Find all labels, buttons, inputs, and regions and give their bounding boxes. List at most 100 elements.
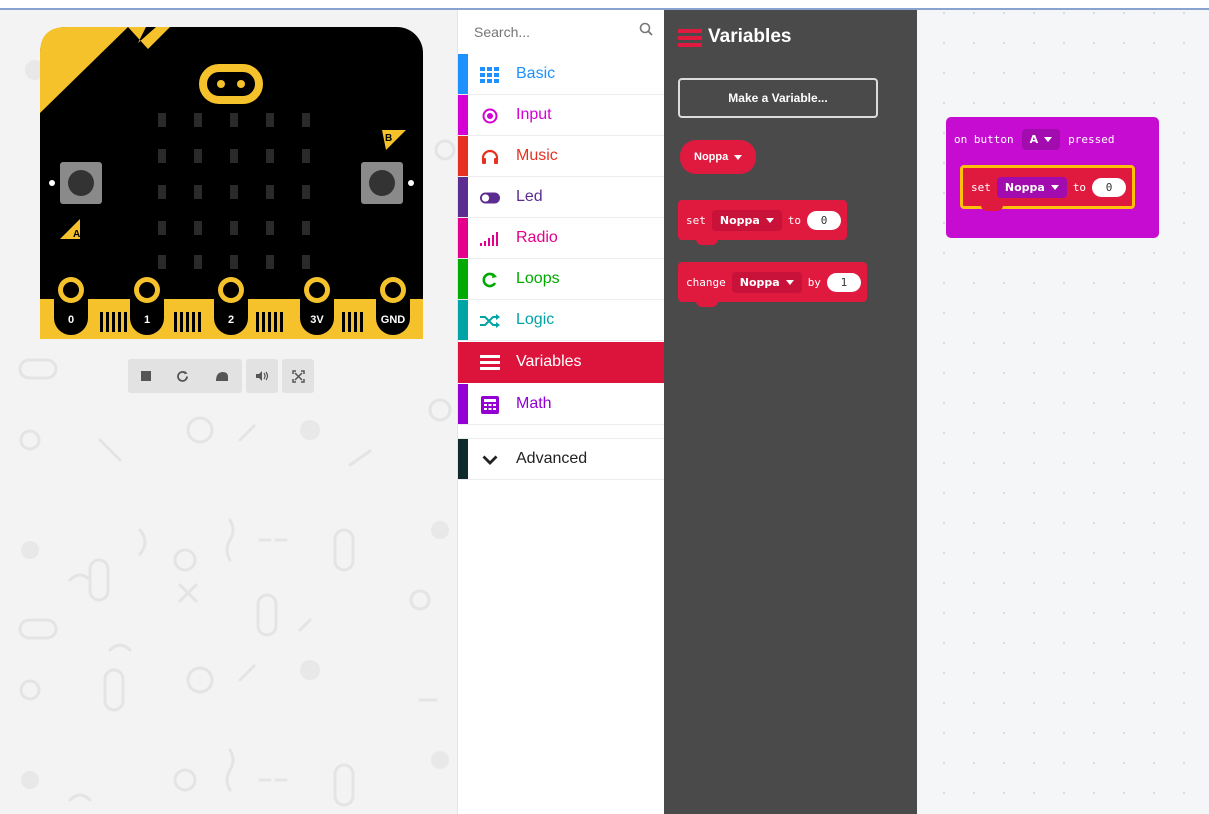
- variable-name: Noppa: [739, 275, 780, 289]
- restart-icon[interactable]: [176, 370, 189, 383]
- category-label: Input: [516, 106, 552, 123]
- make-variable-button[interactable]: Make a Variable...: [678, 78, 878, 118]
- pin-2-label: 2: [228, 314, 234, 326]
- variable-name: Noppa: [719, 213, 760, 227]
- change-variable-block[interactable]: change Noppa by 1: [678, 262, 867, 307]
- search-input[interactable]: [474, 24, 624, 40]
- on-button-pressed-block[interactable]: on button A pressed set Noppa to 0: [946, 117, 1159, 238]
- set-variable-block[interactable]: set Noppa to 0: [678, 200, 848, 245]
- value-input[interactable]: 1: [826, 272, 861, 292]
- loop-icon: [480, 271, 500, 289]
- category-color-bar: [458, 54, 468, 94]
- category-color-bar: [458, 177, 468, 217]
- category-color-bar: [458, 259, 468, 299]
- category-color-bar: [458, 342, 468, 382]
- category-label: Music: [516, 147, 558, 164]
- category-label: Basic: [516, 65, 556, 82]
- code-workspace[interactable]: on button A pressed set Noppa to 0: [917, 10, 1209, 814]
- dropdown-arrow-icon: [734, 154, 743, 160]
- category-advanced[interactable]: Advanced: [458, 438, 665, 480]
- variable-name: Noppa: [694, 151, 729, 163]
- shuffle-icon: [480, 312, 500, 330]
- category-logic[interactable]: Logic: [458, 300, 665, 341]
- variable-dropdown[interactable]: Noppa: [731, 271, 802, 293]
- category-basic[interactable]: Basic: [458, 54, 665, 95]
- category-color-bar: [458, 300, 468, 340]
- mute-icon: [256, 371, 269, 381]
- block-keyword: set: [686, 213, 706, 227]
- simulator-panel: A B 0 1 2 3V GND: [0, 10, 457, 814]
- dropdown-arrow-icon: [1044, 137, 1053, 142]
- button-a-label: A: [73, 229, 80, 240]
- set-variable-block-selected[interactable]: set Noppa to 0: [960, 165, 1136, 211]
- category-music[interactable]: Music: [458, 136, 665, 177]
- category-led[interactable]: Led: [458, 177, 665, 218]
- fullscreen-button[interactable]: [282, 359, 314, 393]
- variable-name: Noppa: [1004, 180, 1045, 194]
- mute-button[interactable]: [246, 359, 278, 393]
- sim-controls-group: [128, 359, 242, 393]
- pin-0-label: 0: [68, 314, 74, 326]
- category-color-bar: [458, 136, 468, 176]
- variable-dropdown[interactable]: Noppa: [711, 209, 782, 231]
- event-block-header: on button A pressed: [954, 129, 1114, 150]
- pin-gnd-label: GND: [381, 314, 406, 326]
- target-icon: [480, 107, 500, 125]
- category-input[interactable]: Input: [458, 95, 665, 136]
- slowmo-icon[interactable]: [215, 370, 229, 382]
- category-label: Radio: [516, 229, 558, 246]
- microbit-board[interactable]: A B 0 1 2 3V GND: [40, 27, 423, 339]
- category-label: Advanced: [516, 450, 588, 467]
- button-b-label: B: [385, 133, 392, 144]
- blocks-flyout: Variables Make a Variable... Noppa set N…: [664, 10, 917, 814]
- calculator-icon: [480, 396, 500, 414]
- block-notch: [696, 239, 718, 245]
- variable-block-noppa[interactable]: Noppa: [680, 140, 757, 174]
- category-color-bar: [458, 95, 468, 135]
- category-color-bar: [458, 218, 468, 258]
- pin-3v-label: 3V: [310, 314, 324, 326]
- dropdown-arrow-icon: [1050, 184, 1059, 190]
- chevron-down-icon: [480, 451, 500, 469]
- category-label: Loops: [516, 270, 560, 287]
- button-name: A: [1029, 133, 1039, 146]
- simulator-toolbar: [128, 359, 314, 393]
- category-loops[interactable]: Loops: [458, 259, 665, 300]
- block-keyword: set: [971, 180, 991, 194]
- flyout-title: Variables: [708, 26, 792, 47]
- value-input[interactable]: 0: [1092, 177, 1127, 197]
- block-keyword: to: [787, 213, 802, 227]
- toolbox: Basic Input Music Led Radio Loops: [457, 10, 665, 814]
- block-keyword: change: [686, 275, 726, 289]
- block-keyword: pressed: [1068, 133, 1115, 146]
- category-label: Math: [516, 395, 552, 412]
- stop-icon[interactable]: [140, 371, 151, 381]
- flyout-header: Variables: [678, 26, 791, 48]
- category-color-bar: [458, 384, 468, 424]
- fullscreen-icon: [291, 369, 305, 383]
- category-label: Led: [516, 188, 543, 205]
- headphones-icon: [480, 148, 500, 166]
- category-variables[interactable]: Variables: [458, 342, 665, 383]
- variable-dropdown[interactable]: Noppa: [996, 176, 1067, 198]
- dropdown-arrow-icon: [765, 217, 774, 223]
- category-color-bar: [458, 439, 468, 479]
- category-label: Logic: [516, 311, 555, 328]
- category-radio[interactable]: Radio: [458, 218, 665, 259]
- button-dropdown[interactable]: A: [1021, 129, 1061, 150]
- block-keyword: by: [807, 275, 821, 289]
- toggle-icon: [480, 189, 500, 207]
- search-icon[interactable]: [639, 22, 653, 36]
- category-label: Variables: [516, 353, 582, 370]
- pin-1-label: 1: [144, 314, 150, 326]
- block-keyword: to: [1072, 180, 1087, 194]
- value-input[interactable]: 0: [807, 210, 842, 230]
- list-icon: [678, 29, 702, 47]
- signal-icon: [480, 230, 500, 248]
- list-icon: [480, 354, 500, 372]
- toolbox-search: [458, 10, 665, 54]
- category-math[interactable]: Math: [458, 384, 665, 425]
- block-notch: [981, 205, 1003, 211]
- block-keyword: on button: [954, 133, 1014, 146]
- block-notch: [696, 301, 718, 307]
